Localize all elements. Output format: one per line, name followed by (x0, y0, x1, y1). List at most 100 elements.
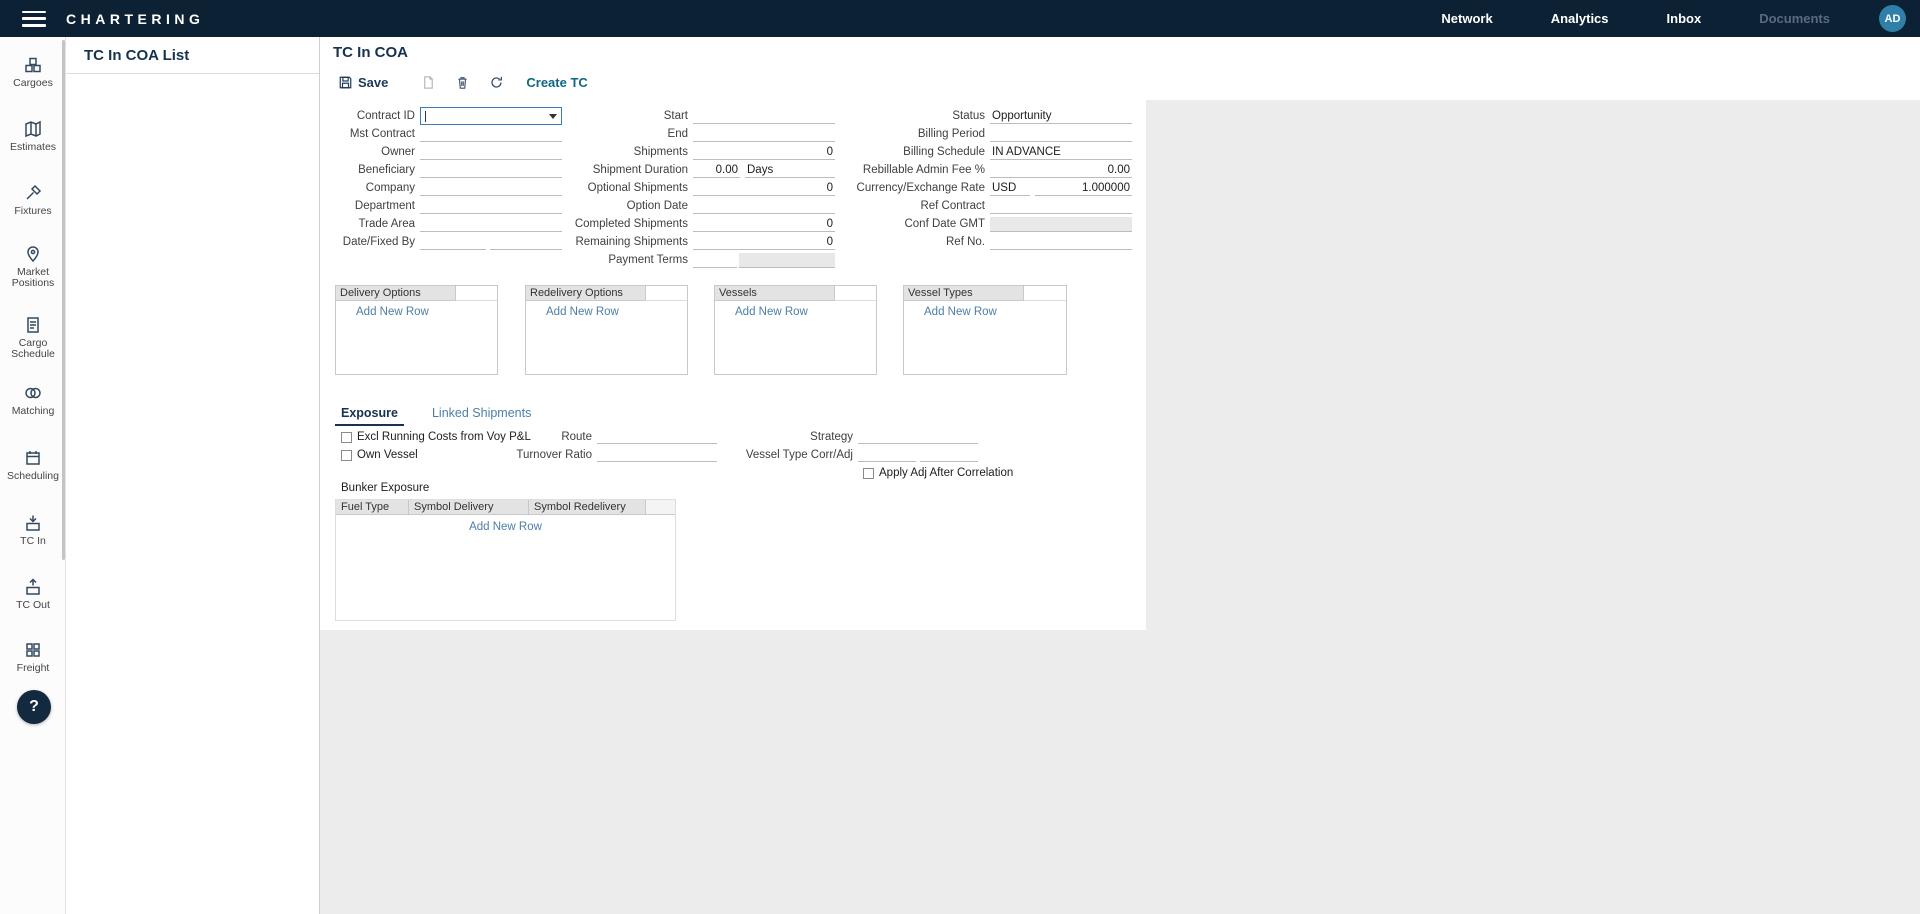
owner-field[interactable] (420, 145, 562, 160)
field-label: Shipment Duration (570, 164, 688, 176)
form-row: Trade Area (320, 215, 562, 233)
field-label: Ref No. (855, 236, 985, 248)
sidebar-item-tc-out[interactable]: TC Out (0, 577, 66, 611)
form-column-3: Status Opportunity Billing Period Billin… (855, 107, 1132, 251)
nav-analytics[interactable]: Analytics (1551, 11, 1609, 26)
tab-linked-shipments[interactable]: Linked Shipments (426, 404, 537, 424)
field-label: Billing Schedule (855, 146, 985, 158)
excl-running-costs-checkbox[interactable] (341, 432, 352, 443)
field-label: Ref Contract (855, 200, 985, 212)
refresh-icon[interactable] (488, 74, 504, 90)
sidebar-item-matching[interactable]: Matching (0, 383, 66, 417)
sidebar-item-estimates[interactable]: Estimates (0, 119, 66, 153)
rebillable-admin-fee-field[interactable]: 0.00 (990, 163, 1132, 178)
field-label: Conf Date GMT (855, 218, 985, 230)
optional-shipments-field[interactable]: 0 (693, 181, 835, 196)
form-row: Date/Fixed By (320, 233, 562, 251)
grid-header: Vessels (715, 286, 835, 301)
conf-date-gmt-field (990, 217, 1132, 232)
shipment-duration-field[interactable]: 0.00 (693, 163, 740, 178)
toolbar: Save Create TC (337, 69, 588, 95)
shipment-duration-unit-field[interactable]: Days (745, 163, 835, 178)
end-field[interactable] (693, 127, 835, 142)
redelivery-options-add-row-link[interactable]: Add New Row (546, 306, 619, 318)
form-row: Option Date (570, 197, 835, 215)
copy-document-icon[interactable] (420, 74, 436, 90)
billing-period-field[interactable] (990, 127, 1132, 142)
sidebar-item-cargoes[interactable]: Cargoes (0, 55, 66, 89)
help-button[interactable]: ? (17, 690, 51, 724)
freight-icon (0, 640, 66, 660)
own-vessel-checkbox[interactable] (341, 450, 352, 461)
field-label: Status (855, 110, 985, 122)
form-row: Shipment Duration 0.00 Days (570, 161, 835, 179)
bunker-add-row-link[interactable]: Add New Row (336, 521, 675, 533)
grid-header: Vessel Types (904, 286, 1024, 301)
field-label: Optional Shipments (570, 182, 688, 194)
field-label: Option Date (570, 200, 688, 212)
sidebar-scrollbar[interactable] (62, 40, 65, 560)
contract-id-combo[interactable] (420, 107, 562, 125)
estimates-icon (0, 119, 66, 139)
route-field[interactable] (597, 429, 717, 444)
vessel-type-adj-field[interactable] (920, 447, 978, 462)
completed-shipments-field[interactable]: 0 (693, 217, 835, 232)
department-field[interactable] (420, 199, 562, 214)
form-row: Remaining Shipments 0 (570, 233, 835, 251)
start-field[interactable] (693, 109, 835, 124)
company-field[interactable] (420, 181, 562, 196)
payment-terms-field[interactable] (693, 253, 737, 268)
turnover-ratio-field[interactable] (597, 447, 717, 462)
save-button[interactable]: Save (337, 74, 388, 90)
sidebar-item-freight[interactable]: Freight (0, 640, 66, 674)
field-label: Beneficiary (320, 164, 415, 176)
nav-network[interactable]: Network (1441, 11, 1492, 26)
app-title: CHARTERING (66, 11, 204, 27)
tab-exposure[interactable]: Exposure (335, 404, 404, 426)
sidebar-item-fixtures[interactable]: Fixtures (0, 183, 66, 217)
payment-terms-desc-field[interactable] (739, 253, 835, 268)
create-tc-button[interactable]: Create TC (526, 75, 587, 90)
hamburger-menu-icon[interactable] (22, 11, 46, 27)
vessel-types-grid: Vessel Types Add New Row (903, 285, 1067, 375)
mst-contract-field[interactable] (420, 127, 562, 142)
delivery-options-add-row-link[interactable]: Add New Row (356, 306, 429, 318)
exchange-rate-field[interactable]: 1.000000 (1035, 181, 1132, 196)
trade-area-field[interactable] (420, 217, 562, 232)
nav-inbox[interactable]: Inbox (1667, 11, 1702, 26)
apply-adj-after-correlation-checkbox[interactable] (863, 468, 874, 479)
field-label: Rebillable Admin Fee % (855, 164, 985, 176)
ref-no-field[interactable] (990, 235, 1132, 250)
column-header-symbol-delivery: Symbol Delivery (409, 500, 529, 515)
sidebar-item-cargo-schedule[interactable]: Cargo Schedule (0, 315, 66, 360)
user-avatar[interactable]: AD (1879, 5, 1906, 32)
option-date-field[interactable] (693, 199, 835, 214)
fixed-by-field[interactable] (490, 235, 562, 250)
delete-trash-icon[interactable] (454, 74, 470, 90)
market-positions-icon (0, 244, 66, 264)
nav-documents[interactable]: Documents (1759, 11, 1830, 26)
status-field[interactable]: Opportunity (990, 109, 1132, 124)
vessel-type-corr-field[interactable] (858, 447, 916, 462)
field-label: Completed Shipments (570, 218, 688, 230)
ref-contract-field[interactable] (990, 199, 1132, 214)
form-row: Company (320, 179, 562, 197)
strategy-field[interactable] (858, 429, 978, 444)
vessels-add-row-link[interactable]: Add New Row (735, 306, 808, 318)
form-row: Billing Period (855, 125, 1132, 143)
sidebar-item-tc-in[interactable]: TC In (0, 513, 66, 547)
beneficiary-field[interactable] (420, 163, 562, 178)
field-label: Remaining Shipments (570, 236, 688, 248)
date-field[interactable] (420, 235, 486, 250)
tc-out-icon (0, 577, 66, 597)
currency-field[interactable]: USD (990, 181, 1030, 196)
column-header-fuel-type: Fuel Type (336, 500, 409, 515)
form-row: Beneficiary (320, 161, 562, 179)
shipments-field[interactable]: 0 (693, 145, 835, 160)
vessel-types-add-row-link[interactable]: Add New Row (924, 306, 997, 318)
sidebar-item-scheduling[interactable]: Scheduling (0, 448, 66, 482)
remaining-shipments-field[interactable]: 0 (693, 235, 835, 250)
form-row: Department (320, 197, 562, 215)
sidebar-item-market-positions[interactable]: Market Positions (0, 244, 66, 289)
billing-schedule-field[interactable]: IN ADVANCE (990, 145, 1132, 160)
